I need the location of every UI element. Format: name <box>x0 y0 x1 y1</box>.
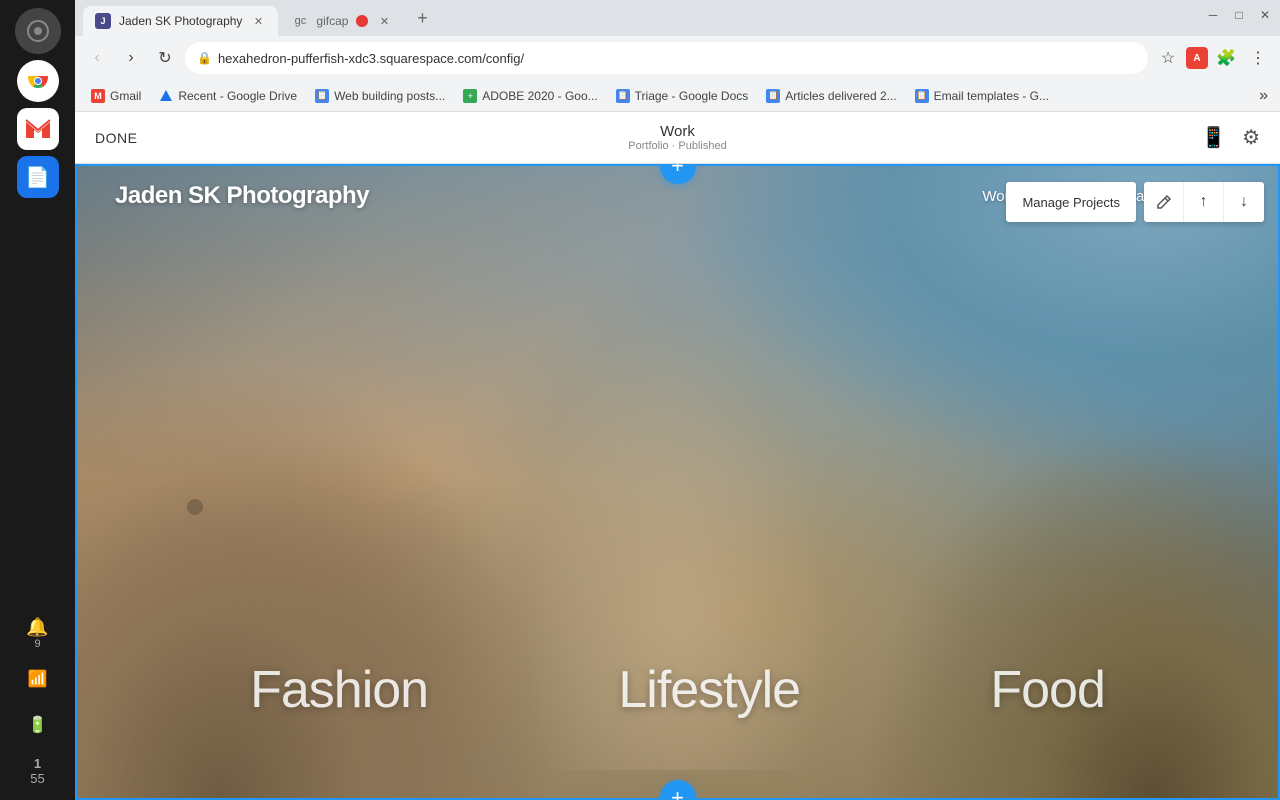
bookmark-label-articles: Articles delivered 2... <box>785 89 896 103</box>
tab-favicon-1: J <box>95 13 111 29</box>
gdrive-bookmark-icon <box>159 89 173 103</box>
tab-jaden-photography[interactable]: J Jaden SK Photography ✕ <box>83 6 278 36</box>
block-controls: Manage Projects ↑ ↓ <box>1006 182 1264 222</box>
browser-titlebar: J Jaden SK Photography ✕ gc gifcap ✕ + ─… <box>75 0 1280 36</box>
bookmark-adobe[interactable]: + ADOBE 2020 - Goo... <box>455 84 605 108</box>
os-taskbar: 📄 🔔 9 📶 🔋 1 55 <box>0 0 75 800</box>
gmail-app-icon[interactable] <box>17 108 59 150</box>
address-bar[interactable]: 🔒 hexahedron-pufferfish-xdc3.squarespace… <box>185 42 1148 74</box>
move-down-button[interactable]: ↓ <box>1224 182 1264 222</box>
extension-puzzle-icon[interactable]: 🧩 <box>1212 44 1240 72</box>
url-text: hexahedron-pufferfish-xdc3.squarespace.c… <box>218 51 1136 66</box>
page-title-area: Work Portfolio · Published <box>628 123 726 152</box>
tab-gifcap[interactable]: gc gifcap ✕ <box>280 6 404 36</box>
wifi-icon: 📶 <box>17 658 59 700</box>
reload-button[interactable]: ↻ <box>151 44 179 72</box>
bookmark-label-triage: Triage - Google Docs <box>635 89 749 103</box>
bookmark-label-web: Web building posts... <box>334 89 445 103</box>
page-subtitle: Portfolio · Published <box>628 140 726 152</box>
done-button[interactable]: DONE <box>95 130 137 146</box>
bookmarks-bar: M Gmail Recent - Google Drive 📋 Web buil… <box>75 80 1280 112</box>
squarespace-editor: DONE Work Portfolio · Published 📱 ⚙ <box>75 112 1280 800</box>
forward-button[interactable]: › <box>117 44 145 72</box>
bookmark-label-email: Email templates - G... <box>934 89 1049 103</box>
bookmark-label-gmail: Gmail <box>110 89 141 103</box>
bookmark-articles[interactable]: 📋 Articles delivered 2... <box>758 84 904 108</box>
new-tab-button[interactable]: + <box>408 4 436 32</box>
os-logo[interactable] <box>15 8 61 54</box>
category-food[interactable]: Food <box>990 660 1105 720</box>
bookmark-gdrive[interactable]: Recent - Google Drive <box>151 84 305 108</box>
adobe-bookmark-icon: + <box>463 89 477 103</box>
tab-favicon-2: gc <box>292 13 308 29</box>
block-action-buttons: ↑ ↓ <box>1144 182 1264 222</box>
window-controls: ─ □ ✕ <box>1206 8 1272 22</box>
triage-bookmark-icon: 📋 <box>616 89 630 103</box>
site-logo: Jaden SK Photography <box>115 182 369 210</box>
bookmark-web-building[interactable]: 📋 Web building posts... <box>307 84 453 108</box>
tab-close-1[interactable]: ✕ <box>250 13 266 29</box>
notification-badge: 🔔 9 <box>17 612 59 654</box>
browser-window: J Jaden SK Photography ✕ gc gifcap ✕ + ─… <box>75 0 1280 800</box>
tab-title-2: gifcap <box>316 14 348 28</box>
browser-menu-icon[interactable]: ⋮ <box>1244 44 1272 72</box>
close-button[interactable]: ✕ <box>1258 8 1272 22</box>
category-fashion[interactable]: Fashion <box>250 660 428 720</box>
edit-block-button[interactable] <box>1144 182 1184 222</box>
security-lock-icon: 🔒 <box>197 51 212 65</box>
articles-bookmark-icon: 📋 <box>766 89 780 103</box>
extension-icon-1[interactable]: A <box>1186 47 1208 69</box>
os-bottom-bar: 🔔 9 📶 🔋 1 55 <box>0 612 75 800</box>
manage-projects-button[interactable]: Manage Projects <box>1006 182 1136 222</box>
chrome-icon[interactable] <box>17 60 59 102</box>
gmail-bookmark-icon: M <box>91 89 105 103</box>
sq-topbar: DONE Work Portfolio · Published 📱 ⚙ <box>75 112 1280 164</box>
site-preview: Jaden SK Photography Work About Contact <box>75 164 1280 800</box>
battery-icon: 🔋 <box>17 704 59 746</box>
move-up-button[interactable]: ↑ <box>1184 182 1224 222</box>
maximize-button[interactable]: □ <box>1232 8 1246 22</box>
sq-topbar-right: 📱 ⚙ <box>1201 125 1260 150</box>
bookmark-email-templates[interactable]: 📋 Email templates - G... <box>907 84 1057 108</box>
bookmark-triage[interactable]: 📋 Triage - Google Docs <box>608 84 757 108</box>
omnibar-actions: ☆ A 🧩 ⋮ <box>1154 44 1272 72</box>
omnibar: ‹ › ↻ 🔒 hexahedron-pufferfish-xdc3.squar… <box>75 36 1280 80</box>
category-lifestyle[interactable]: Lifestyle <box>618 660 800 720</box>
bookmark-label-adobe: ADOBE 2020 - Goo... <box>482 89 597 103</box>
clock: 1 55 <box>17 750 59 792</box>
settings-gear-icon[interactable]: ⚙ <box>1242 125 1260 150</box>
page-content: DONE Work Portfolio · Published 📱 ⚙ <box>75 112 1280 800</box>
back-button[interactable]: ‹ <box>83 44 111 72</box>
tab-close-2[interactable]: ✕ <box>376 13 392 29</box>
bookmark-gmail[interactable]: M Gmail <box>83 84 149 108</box>
page-title: Work <box>628 123 726 140</box>
tab-title-1: Jaden SK Photography <box>119 14 242 28</box>
mouse-cursor <box>187 499 203 515</box>
email-templates-icon: 📋 <box>915 89 929 103</box>
recording-indicator <box>356 15 368 27</box>
bookmark-label-gdrive: Recent - Google Drive <box>178 89 297 103</box>
mobile-preview-icon[interactable]: 📱 <box>1201 125 1226 150</box>
web-building-icon: 📋 <box>315 89 329 103</box>
minimize-button[interactable]: ─ <box>1206 8 1220 22</box>
bookmark-star-icon[interactable]: ☆ <box>1154 44 1182 72</box>
docs-app-icon[interactable]: 📄 <box>17 156 59 198</box>
hero-categories: Fashion Lifestyle Food <box>75 660 1280 720</box>
bookmarks-overflow-button[interactable]: » <box>1255 87 1272 105</box>
